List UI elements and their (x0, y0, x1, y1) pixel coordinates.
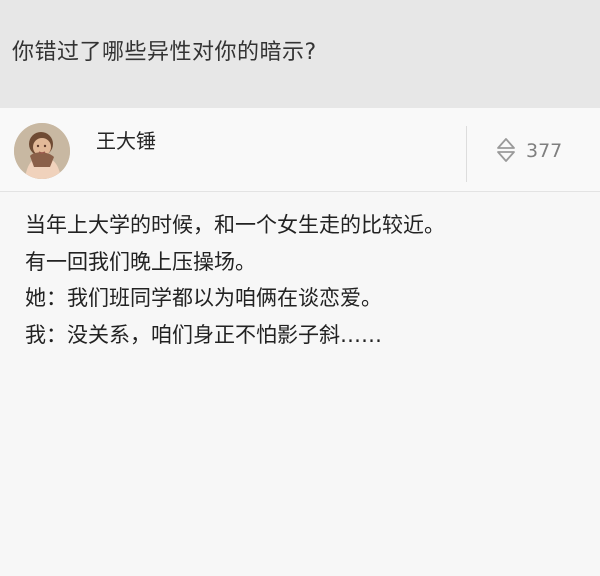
vote-button[interactable]: 377 (494, 136, 562, 166)
author-name[interactable]: 王大锤 (96, 129, 156, 153)
answer-page: 你错过了哪些异性对你的暗示? 王大锤 377 当年上大学的时候，和一个女生走的比… (0, 0, 600, 576)
question-title[interactable]: 你错过了哪些异性对你的暗示? (12, 38, 600, 68)
avatar[interactable] (14, 123, 70, 179)
avatar-image (14, 123, 70, 179)
answer-line-2: 有一回我们晚上压操场。 (25, 249, 256, 274)
answer-content: 当年上大学的时候，和一个女生走的比较近。 有一回我们晚上压操场。 她：我们班同学… (25, 207, 585, 353)
answer-line-3: 她：我们班同学都以为咱俩在谈恋爱。 (25, 286, 382, 310)
vote-count: 377 (526, 140, 563, 162)
answer-line-4: 我：没关系，咱们身正不怕影子斜…… (25, 322, 382, 347)
question-header[interactable]: 你错过了哪些异性对你的暗示? (0, 0, 600, 108)
answer-author-bar: 王大锤 377 (0, 108, 600, 192)
up-down-vote-icon (497, 138, 515, 162)
answer-line-1: 当年上大学的时候，和一个女生走的比较近。 (25, 213, 445, 237)
header-divider (466, 126, 467, 182)
